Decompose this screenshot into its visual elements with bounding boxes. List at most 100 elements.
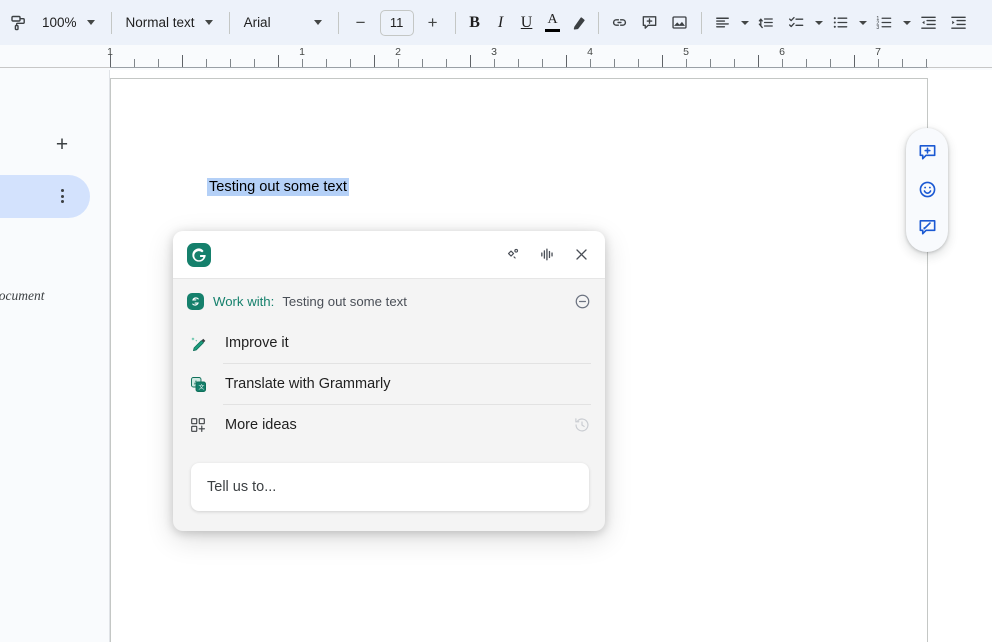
bulleted-list-icon[interactable]: [826, 8, 870, 38]
font-size-value: 11: [389, 15, 404, 30]
bulleted-list-glyph: [826, 8, 856, 38]
ruler-number: 3: [491, 46, 497, 58]
more-ideas-label: More ideas: [225, 417, 297, 433]
text-color-icon: A: [545, 12, 561, 32]
increase-font-size-label: +: [427, 13, 438, 32]
sparkle-icon[interactable]: [503, 245, 523, 265]
underline-label: U: [520, 13, 533, 31]
document-outline-sidebar: + Document: [0, 70, 110, 642]
selected-document-text[interactable]: Testing out some text: [207, 178, 349, 196]
numbered-list-icon[interactable]: 1 2 3: [870, 8, 914, 38]
numbered-list-glyph: 1 2 3: [870, 8, 900, 38]
ruler[interactable]: 1 1 2 3 4 5 6 7: [0, 45, 992, 105]
emoji-reaction-button[interactable]: [912, 175, 942, 205]
paint-roller-icon[interactable]: [4, 8, 34, 38]
ruler-number: 1: [107, 46, 113, 58]
zoom-selector[interactable]: 100%: [34, 8, 105, 38]
increase-font-size-button[interactable]: +: [417, 8, 449, 38]
formatting-toolbar: 100% Normal text Arial − 11 + B I U A 1 …: [0, 0, 992, 45]
checklist-icon[interactable]: [782, 8, 826, 38]
bold-button[interactable]: B: [462, 8, 488, 38]
font-selector[interactable]: Arial: [236, 8, 332, 38]
ruler-number: 6: [779, 46, 785, 58]
svg-text:3: 3: [876, 25, 879, 31]
zoom-value: 100%: [42, 15, 77, 30]
more-ideas-item[interactable]: More ideas: [173, 405, 605, 445]
chevron-down-icon: [814, 20, 823, 25]
history-icon[interactable]: [573, 416, 591, 434]
svg-text:文: 文: [198, 383, 204, 391]
improve-it-item[interactable]: Improve it: [173, 323, 605, 363]
font-value: Arial: [243, 15, 271, 30]
bold-label: B: [469, 13, 480, 31]
tell-us-to-placeholder: Tell us to...: [207, 479, 277, 495]
toolbar-divider: [337, 11, 339, 34]
italic-button[interactable]: I: [488, 8, 514, 38]
grammarly-assistant-popup: Work with: Testing out some text Improve…: [173, 231, 605, 531]
translate-item[interactable]: A 文 Translate with Grammarly: [173, 364, 605, 404]
sidebar-item-label: Document: [0, 288, 45, 303]
work-with-value: Testing out some text: [282, 293, 407, 309]
tell-us-to-input[interactable]: Tell us to...: [191, 463, 589, 511]
font-size-input[interactable]: 11: [379, 9, 414, 36]
work-with-row[interactable]: Work with: Testing out some text: [173, 279, 605, 323]
chevron-down-icon: [204, 20, 213, 25]
toolbar-divider: [454, 11, 456, 34]
chevron-down-icon: [86, 20, 95, 25]
add-item-button[interactable]: +: [50, 132, 74, 156]
ruler-number: 7: [875, 46, 881, 58]
highlighter-icon[interactable]: [566, 8, 592, 38]
document-side-rail: [906, 128, 948, 252]
work-with-label: Work with:: [213, 293, 275, 309]
translate-label: Translate with Grammarly: [225, 376, 391, 392]
translate-icon: A 文: [187, 375, 209, 394]
close-icon[interactable]: [571, 245, 591, 265]
grammarly-header-actions: [503, 245, 591, 265]
decrease-font-size-label: −: [355, 13, 366, 32]
checklist-glyph: [782, 8, 812, 38]
improve-it-label: Improve it: [225, 335, 289, 351]
add-comment-button[interactable]: [912, 138, 942, 168]
align-glyph: [708, 8, 738, 38]
ruler-number: 1: [299, 46, 305, 58]
ruler-number: 5: [683, 46, 689, 58]
line-spacing-icon[interactable]: [752, 8, 782, 38]
chevron-down-icon: [902, 20, 911, 25]
ruler-number: 4: [587, 46, 593, 58]
toolbar-divider: [700, 11, 702, 34]
link-icon[interactable]: [605, 8, 635, 38]
chevron-down-icon: [858, 20, 867, 25]
paragraph-style-selector[interactable]: Normal text: [118, 8, 223, 38]
paragraph-style-value: Normal text: [125, 15, 195, 30]
text-color-label: A: [547, 12, 558, 27]
increase-indent-icon[interactable]: [944, 8, 974, 38]
text-color-swatch: [545, 29, 561, 32]
add-comment-icon[interactable]: [635, 8, 665, 38]
ruler-number: 2: [395, 46, 401, 58]
sidebar-selected-item[interactable]: [0, 175, 90, 218]
toolbar-divider: [110, 11, 112, 34]
ruler-page-span: [110, 67, 928, 68]
grammarly-action-list: Improve it A 文 Translate with Grammarly: [173, 323, 605, 445]
suggest-edit-button[interactable]: [912, 212, 942, 242]
grammarly-popup-header: [173, 231, 605, 279]
more-vertical-icon[interactable]: [52, 180, 72, 212]
magic-pencil-icon: [187, 334, 209, 353]
underline-button[interactable]: U: [514, 8, 540, 38]
chevron-down-icon: [313, 20, 322, 25]
grammarly-s-icon: [187, 292, 204, 310]
toolbar-divider: [597, 11, 599, 34]
google-docs-window: 100% Normal text Arial − 11 + B I U A 1 …: [0, 0, 992, 642]
grammarly-logo-icon: [187, 242, 211, 267]
grid-plus-icon: [187, 416, 209, 434]
align-left-icon[interactable]: [708, 8, 752, 38]
italic-label: I: [497, 13, 504, 31]
insert-image-icon[interactable]: [665, 8, 695, 38]
minus-circle-icon[interactable]: [574, 293, 591, 310]
text-color-button[interactable]: A: [540, 8, 566, 38]
chevron-down-icon: [740, 20, 749, 25]
decrease-font-size-button[interactable]: −: [345, 8, 377, 38]
toolbar-divider: [228, 11, 230, 34]
decrease-indent-icon[interactable]: [914, 8, 944, 38]
voice-waveform-icon[interactable]: [537, 245, 557, 265]
